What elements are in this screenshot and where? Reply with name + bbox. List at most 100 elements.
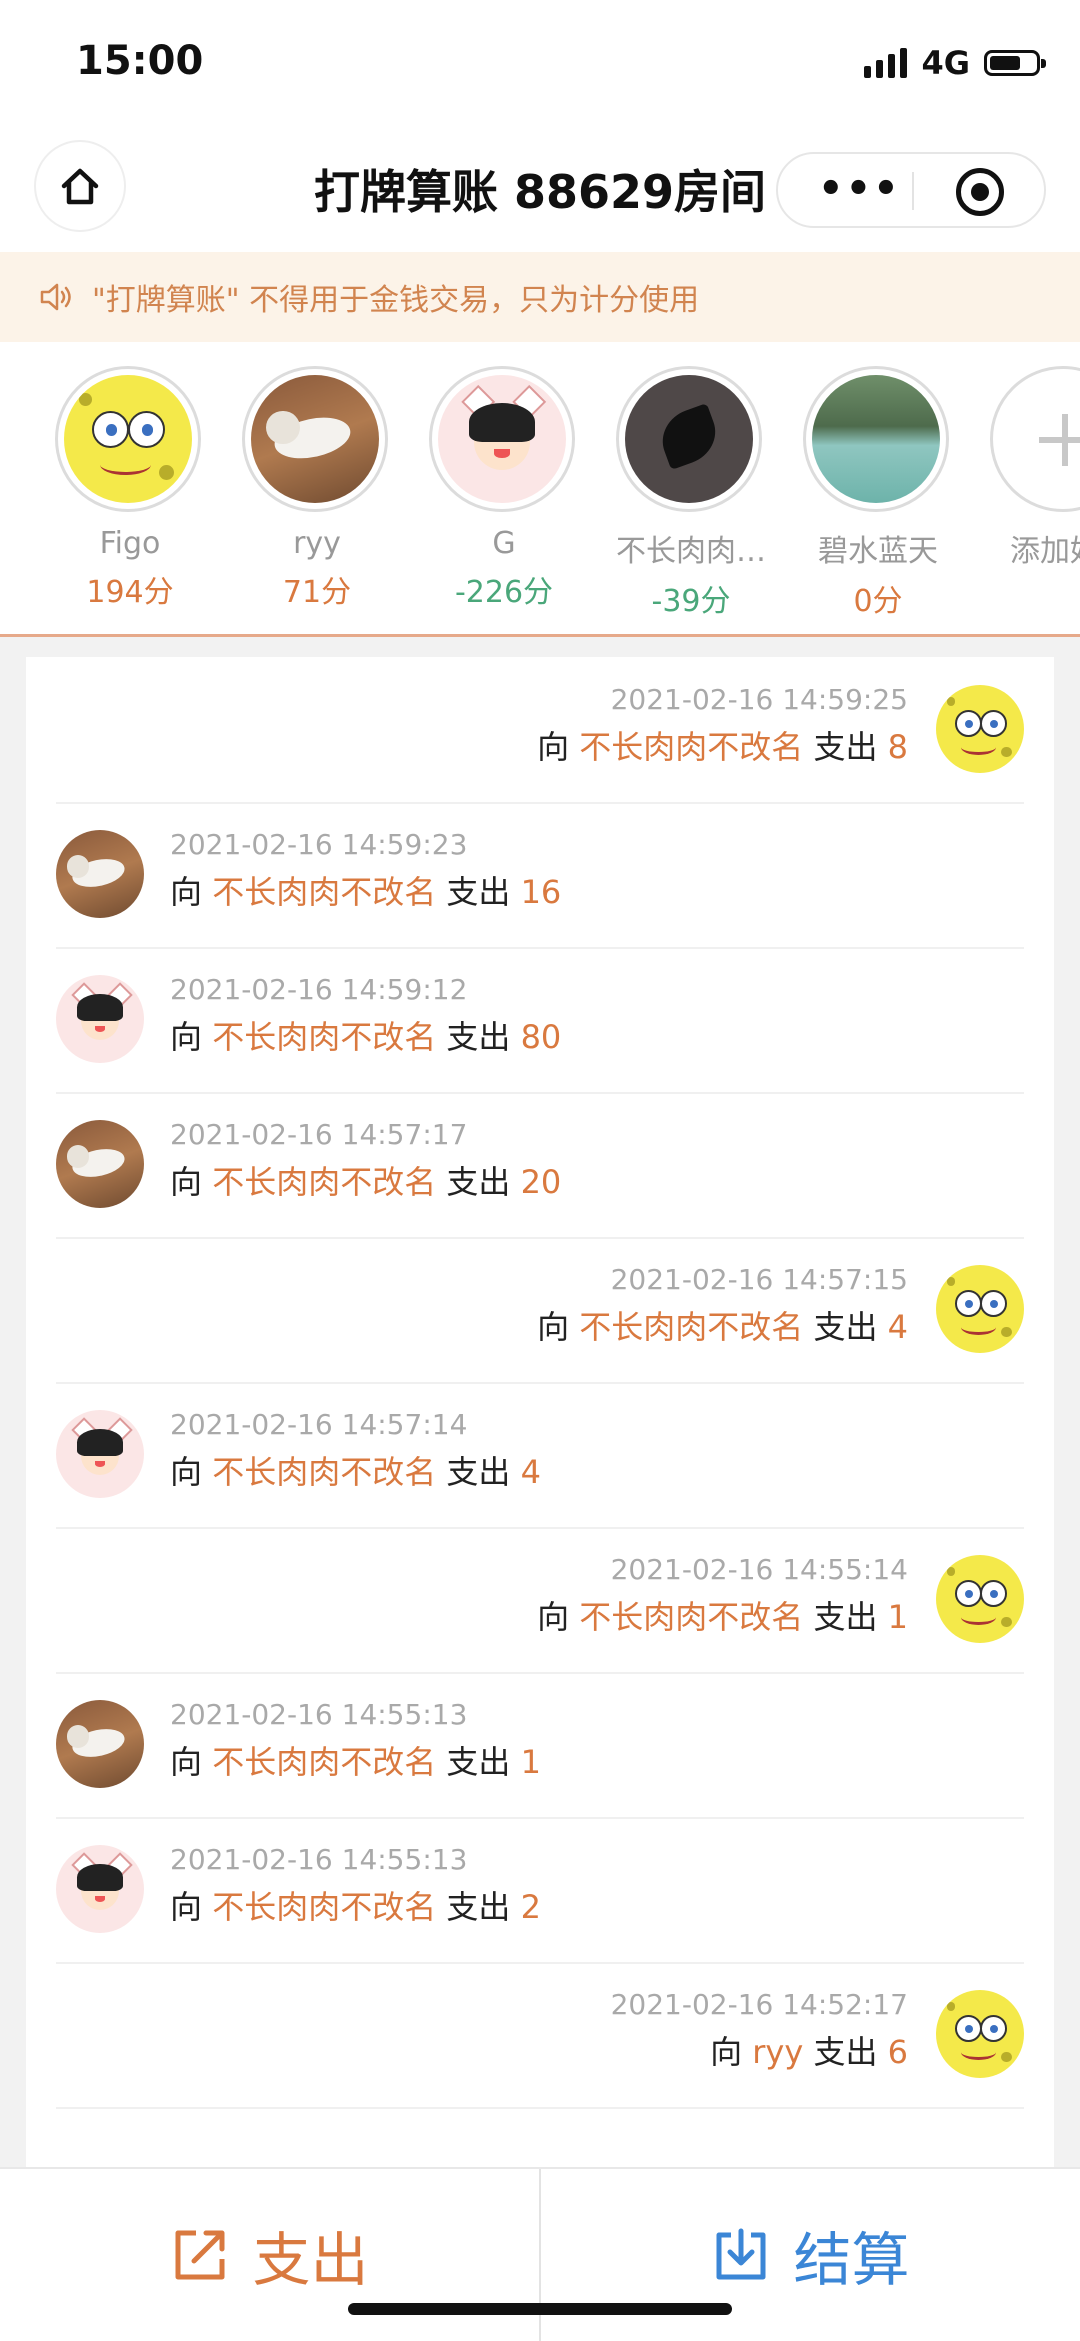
- settle-button[interactable]: 结算: [541, 2169, 1080, 2341]
- record-row: 2021-02-16 14:57:15 向 不长肉肉不改名 支出 4: [56, 1237, 1024, 1384]
- record-action: 支出: [446, 873, 511, 911]
- add-player-label: 添加好: [1010, 534, 1080, 569]
- speaker-icon: [40, 283, 71, 311]
- player-name: ryy: [293, 526, 341, 561]
- status-time: 15:00: [76, 38, 204, 84]
- record-time: 2021-02-16 14:59:23: [170, 828, 468, 861]
- record-action: 支出: [446, 1743, 511, 1781]
- record-text: 2021-02-16 14:59:12 向 不长肉肉不改名 支出 80: [170, 973, 561, 1058]
- status-bar: 15:00 4G: [0, 0, 1080, 130]
- signal-icon: [864, 48, 908, 78]
- pay-label: 支出: [252, 2226, 369, 2294]
- record-time: 2021-02-16 14:57:14: [170, 1408, 468, 1441]
- avatar: [56, 1410, 144, 1498]
- add-player-button[interactable]: 添加好: [990, 366, 1080, 570]
- record-time: 2021-02-16 14:55:14: [610, 1553, 908, 1586]
- record-row: 2021-02-16 14:59:23 向 不长肉肉不改名 支出 16: [56, 802, 1024, 949]
- record-amount: 4: [887, 1308, 908, 1346]
- plus-icon: [990, 366, 1080, 512]
- record-time: 2021-02-16 14:57:17: [170, 1118, 468, 1151]
- record-target: 不长肉肉不改名: [579, 728, 804, 766]
- record-amount: 2: [520, 1888, 541, 1926]
- avatar: [936, 1555, 1024, 1643]
- avatar: [56, 1120, 144, 1208]
- record-time: 2021-02-16 14:57:15: [610, 1263, 908, 1296]
- settle-label: 结算: [793, 2226, 910, 2294]
- record-text: 2021-02-16 14:55:13 向 不长肉肉不改名 支出 2: [170, 1843, 541, 1928]
- more-dots-icon[interactable]: •••: [818, 169, 901, 209]
- battery-icon: [984, 50, 1046, 76]
- player-score: 0分: [853, 584, 903, 619]
- record-prefix: 向: [170, 1453, 203, 1491]
- record-text: 2021-02-16 14:55:14 向 不长肉肉不改名 支出 1: [537, 1553, 908, 1638]
- pay-button[interactable]: 支出: [0, 2169, 539, 2341]
- record-amount: 20: [520, 1163, 562, 1201]
- record-row: 2021-02-16 14:59:12 向 不长肉肉不改名 支出 80: [56, 947, 1024, 1094]
- player-score: 71分: [282, 575, 352, 610]
- record-line: 向 不长肉肉不改名 支出 16: [170, 867, 561, 913]
- record-action: 支出: [813, 2033, 878, 2071]
- avatar: [56, 1700, 144, 1788]
- player-card[interactable]: 不长肉肉… -39分: [616, 366, 766, 620]
- avatar: [616, 366, 762, 512]
- player-list: Figo 194分 ryy 71分 G -226分 不长肉肉… -39分 碧水蓝…: [0, 342, 1080, 637]
- record-prefix: 向: [170, 1888, 203, 1926]
- avatar: [936, 1990, 1024, 2078]
- record-amount: 4: [520, 1453, 541, 1491]
- target-icon[interactable]: [956, 168, 1004, 216]
- record-prefix: 向: [170, 1743, 203, 1781]
- record-prefix: 向: [537, 1308, 570, 1346]
- avatar: [803, 366, 949, 512]
- avatar: [429, 366, 575, 512]
- record-action: 支出: [446, 1888, 511, 1926]
- record-prefix: 向: [170, 1018, 203, 1056]
- record-line: 向 不长肉肉不改名 支出 1: [170, 1737, 541, 1783]
- record-line: 向 不长肉肉不改名 支出 4: [537, 1302, 908, 1348]
- record-target: 不长肉肉不改名: [579, 1598, 804, 1636]
- record-feed[interactable]: 2021-02-16 14:59:25 向 不长肉肉不改名 支出 8 2021-02…: [26, 657, 1054, 2167]
- record-text: 2021-02-16 14:57:15 向 不长肉肉不改名 支出 4: [537, 1263, 908, 1348]
- record-row: 2021-02-16 14:52:17 向 ryy 支出 6: [56, 1962, 1024, 2109]
- record-action: 支出: [813, 728, 878, 766]
- record-target: 不长肉肉不改名: [212, 1163, 437, 1201]
- player-card[interactable]: 碧水蓝天 0分: [803, 366, 953, 620]
- record-time: 2021-02-16 14:55:13: [170, 1843, 468, 1876]
- record-target: ryy: [752, 2033, 804, 2071]
- record-prefix: 向: [537, 728, 570, 766]
- record-time: 2021-02-16 14:59:25: [610, 683, 908, 716]
- record-amount: 6: [887, 2033, 908, 2071]
- record-line: 向 不长肉肉不改名 支出 2: [170, 1882, 541, 1928]
- record-line: 向 不长肉肉不改名 支出 20: [170, 1157, 561, 1203]
- record-row: 2021-02-16 14:55:13 向 不长肉肉不改名 支出 2: [56, 1817, 1024, 1964]
- player-card[interactable]: ryy 71分: [242, 366, 392, 611]
- record-line: 向 不长肉肉不改名 支出 80: [170, 1012, 561, 1058]
- nav-bar: 打牌算账 88629房间 •••: [0, 130, 1080, 250]
- player-card[interactable]: G -226分: [429, 366, 579, 611]
- record-amount: 1: [520, 1743, 541, 1781]
- player-card[interactable]: Figo 194分: [55, 366, 205, 611]
- mini-program-capsule: •••: [776, 152, 1046, 228]
- player-name: 不长肉肉…: [616, 534, 766, 569]
- record-action: 支出: [446, 1163, 511, 1201]
- notice-bar: "打牌算账" 不得用于金钱交易，只为计分使用: [0, 252, 1080, 342]
- record-time: 2021-02-16 14:59:12: [170, 973, 468, 1006]
- player-score: -39分: [651, 584, 731, 619]
- record-target: 不长肉肉不改名: [212, 1888, 437, 1926]
- record-row: 2021-02-16 14:57:14 向 不长肉肉不改名 支出 4: [56, 1382, 1024, 1529]
- record-time: 2021-02-16 14:52:17: [610, 1988, 908, 2021]
- player-name: 碧水蓝天: [818, 534, 938, 569]
- record-action: 支出: [446, 1453, 511, 1491]
- player-score: -226分: [454, 575, 554, 610]
- record-row: 2021-02-16 14:59:25 向 不长肉肉不改名 支出 8: [56, 657, 1024, 804]
- record-prefix: 向: [537, 1598, 570, 1636]
- record-text: 2021-02-16 14:52:17 向 ryy 支出 6: [611, 1988, 908, 2073]
- record-target: 不长肉肉不改名: [212, 1743, 437, 1781]
- avatar: [55, 366, 201, 512]
- record-row: 2021-02-16 14:57:17 向 不长肉肉不改名 支出 20: [56, 1092, 1024, 1239]
- avatar: [56, 975, 144, 1063]
- record-prefix: 向: [170, 1163, 203, 1201]
- player-name: Figo: [99, 526, 161, 561]
- record-time: 2021-02-16 14:55:13: [170, 1698, 468, 1731]
- record-amount: 1: [887, 1598, 908, 1636]
- record-text: 2021-02-16 14:57:17 向 不长肉肉不改名 支出 20: [170, 1118, 561, 1203]
